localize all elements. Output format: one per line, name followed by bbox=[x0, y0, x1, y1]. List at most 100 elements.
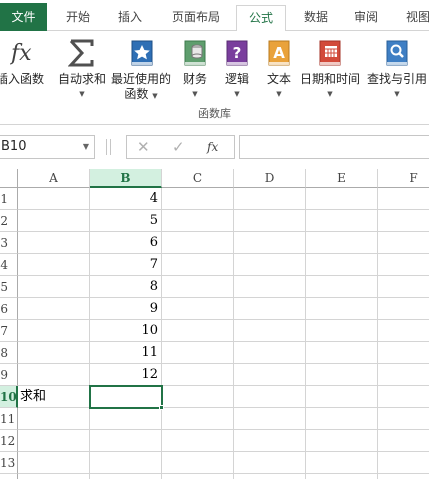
empty-cell[interactable] bbox=[378, 210, 429, 232]
empty-cell[interactable] bbox=[306, 188, 378, 210]
row-header[interactable]: 11 bbox=[0, 408, 18, 430]
empty-cell[interactable] bbox=[234, 276, 306, 298]
empty-cell[interactable] bbox=[378, 276, 429, 298]
enter-icon[interactable]: ✓ bbox=[172, 138, 185, 156]
empty-cell[interactable] bbox=[90, 474, 162, 479]
row-header[interactable]: 6 bbox=[0, 298, 18, 320]
name-box[interactable]: B10 ▼ bbox=[0, 135, 95, 159]
chevron-down-icon[interactable]: ▼ bbox=[83, 136, 89, 158]
empty-cell[interactable] bbox=[234, 430, 306, 452]
empty-cell[interactable] bbox=[234, 210, 306, 232]
column-header-f[interactable]: F bbox=[378, 169, 429, 188]
empty-cell[interactable] bbox=[234, 298, 306, 320]
empty-cell[interactable] bbox=[306, 364, 378, 386]
insert-function-button[interactable]: fx 插入函数 bbox=[0, 34, 44, 104]
cell-b5[interactable]: 8 bbox=[90, 276, 162, 298]
row-header[interactable]: 13 bbox=[0, 452, 18, 474]
row-header[interactable]: 7 bbox=[0, 320, 18, 342]
tab-review[interactable]: 审阅 bbox=[344, 5, 388, 31]
empty-cell[interactable] bbox=[306, 276, 378, 298]
select-all-corner[interactable] bbox=[0, 169, 18, 188]
empty-cell[interactable] bbox=[306, 452, 378, 474]
empty-cell[interactable] bbox=[18, 364, 90, 386]
empty-cell[interactable] bbox=[234, 474, 306, 479]
row-header[interactable]: 1 bbox=[0, 188, 18, 210]
empty-cell[interactable] bbox=[234, 386, 306, 408]
empty-cell[interactable] bbox=[18, 232, 90, 254]
empty-cell[interactable] bbox=[234, 232, 306, 254]
fill-handle[interactable] bbox=[159, 405, 164, 410]
empty-cell[interactable] bbox=[306, 408, 378, 430]
empty-cell[interactable] bbox=[162, 188, 234, 210]
date-time-button[interactable]: 日期和时间 ▼ bbox=[299, 34, 361, 104]
cell-b3[interactable]: 6 bbox=[90, 232, 162, 254]
empty-cell[interactable] bbox=[162, 210, 234, 232]
empty-cell[interactable] bbox=[306, 342, 378, 364]
recently-used-button[interactable]: 最近使用的 函数 ▼ bbox=[109, 34, 173, 104]
tab-insert[interactable]: 插入 bbox=[107, 5, 153, 31]
empty-cell[interactable] bbox=[234, 408, 306, 430]
tab-view[interactable]: 视图 bbox=[396, 5, 429, 31]
empty-cell[interactable] bbox=[306, 430, 378, 452]
empty-cell[interactable] bbox=[18, 452, 90, 474]
empty-cell[interactable] bbox=[18, 320, 90, 342]
lookup-reference-button[interactable]: 查找与引用 ▼ bbox=[364, 34, 429, 104]
cancel-icon[interactable]: ✕ bbox=[137, 138, 150, 156]
empty-cell[interactable] bbox=[378, 430, 429, 452]
row-header[interactable]: 10 bbox=[0, 386, 18, 408]
empty-cell[interactable] bbox=[378, 232, 429, 254]
empty-cell[interactable] bbox=[18, 276, 90, 298]
row-header[interactable]: 2 bbox=[0, 210, 18, 232]
empty-cell[interactable] bbox=[162, 320, 234, 342]
row-header[interactable]: 3 bbox=[0, 232, 18, 254]
row-header[interactable]: 5 bbox=[0, 276, 18, 298]
cell-b9[interactable]: 12 bbox=[90, 364, 162, 386]
tab-page-layout[interactable]: 页面布局 bbox=[160, 5, 232, 31]
empty-cell[interactable] bbox=[162, 364, 234, 386]
empty-cell[interactable] bbox=[18, 298, 90, 320]
empty-cell[interactable] bbox=[306, 298, 378, 320]
empty-cell[interactable] bbox=[18, 188, 90, 210]
logical-button[interactable]: ? 逻辑 ▼ bbox=[219, 34, 255, 104]
empty-cell[interactable] bbox=[234, 452, 306, 474]
empty-cell[interactable] bbox=[162, 386, 234, 408]
column-header-a[interactable]: A bbox=[18, 169, 90, 188]
empty-cell[interactable] bbox=[162, 408, 234, 430]
empty-cell[interactable] bbox=[234, 320, 306, 342]
empty-cell[interactable] bbox=[162, 452, 234, 474]
empty-cell[interactable] bbox=[18, 210, 90, 232]
row-header[interactable]: 4 bbox=[0, 254, 18, 276]
empty-cell[interactable] bbox=[234, 254, 306, 276]
empty-cell[interactable] bbox=[378, 320, 429, 342]
column-header-d[interactable]: D bbox=[234, 169, 306, 188]
empty-cell[interactable] bbox=[306, 320, 378, 342]
empty-cell[interactable] bbox=[162, 430, 234, 452]
tab-formulas[interactable]: 公式 bbox=[236, 5, 286, 32]
empty-cell[interactable] bbox=[378, 386, 429, 408]
empty-cell[interactable] bbox=[378, 298, 429, 320]
empty-cell[interactable] bbox=[90, 430, 162, 452]
empty-cell[interactable] bbox=[378, 452, 429, 474]
cell-a10[interactable]: 求和 bbox=[18, 386, 90, 408]
cell-b6[interactable]: 9 bbox=[90, 298, 162, 320]
cell-b4[interactable]: 7 bbox=[90, 254, 162, 276]
empty-cell[interactable] bbox=[306, 386, 378, 408]
row-header[interactable]: 8 bbox=[0, 342, 18, 364]
column-header-b[interactable]: B bbox=[90, 169, 162, 188]
empty-cell[interactable] bbox=[306, 210, 378, 232]
empty-cell[interactable] bbox=[378, 474, 429, 479]
financial-button[interactable]: 财务 ▼ bbox=[177, 34, 213, 104]
empty-cell[interactable] bbox=[18, 254, 90, 276]
empty-cell[interactable] bbox=[378, 254, 429, 276]
empty-cell[interactable] bbox=[234, 364, 306, 386]
empty-cell[interactable] bbox=[90, 408, 162, 430]
empty-cell[interactable] bbox=[162, 474, 234, 479]
autosum-button[interactable]: 自动求和 ▼ bbox=[56, 34, 108, 104]
empty-cell[interactable] bbox=[90, 452, 162, 474]
empty-cell[interactable] bbox=[162, 232, 234, 254]
empty-cell[interactable] bbox=[306, 232, 378, 254]
empty-cell[interactable] bbox=[378, 408, 429, 430]
tab-file[interactable]: 文件 bbox=[0, 3, 47, 31]
cell-b8[interactable]: 11 bbox=[90, 342, 162, 364]
empty-cell[interactable] bbox=[306, 474, 378, 479]
